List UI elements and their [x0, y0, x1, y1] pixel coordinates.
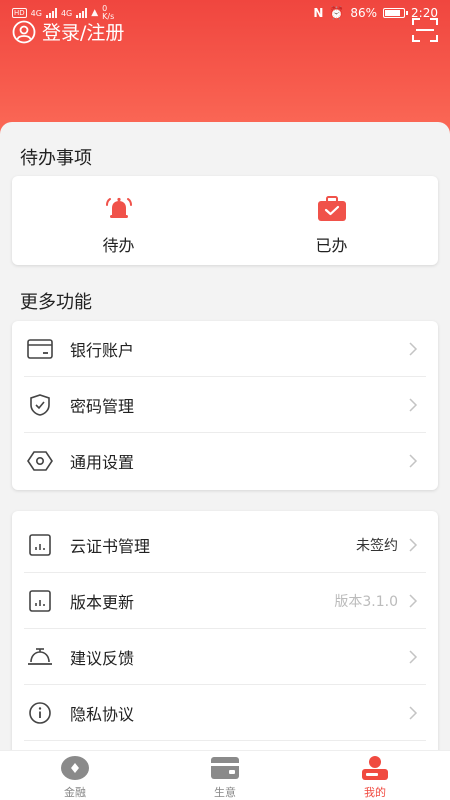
general-settings-label: 通用设置 — [70, 453, 135, 472]
user-icon — [12, 20, 36, 43]
version-update-label: 版本更新 — [70, 593, 135, 612]
todo-pending-label: 待办 — [102, 236, 135, 255]
profile-icon — [362, 756, 388, 780]
version-update-row[interactable]: 版本更新 版本3.1.0 — [12, 573, 438, 629]
battery-fill — [385, 10, 401, 16]
tab-mine[interactable]: 我的 — [300, 751, 450, 800]
chevron-right-icon — [409, 398, 418, 412]
chevron-right-icon — [409, 594, 418, 608]
cloud-certificate-row[interactable]: 云证书管理 未签约 — [12, 517, 438, 573]
bank-account-row[interactable]: 银行账户 — [12, 321, 438, 377]
cloud-certificate-label: 云证书管理 — [70, 537, 151, 556]
network-type-left: 4G — [30, 8, 42, 18]
more-functions-card: 银行账户 密码管理 通用设置 — [12, 321, 438, 490]
battery-percent: 86% — [350, 6, 378, 20]
signal-icon-2 — [76, 8, 88, 18]
todo-pending-button[interactable]: 待办 — [12, 176, 225, 265]
misc-card: 云证书管理 未签约 版本更新 版本3.1.0 建议反馈 隐私协议 — [12, 511, 438, 750]
tab-business-label: 生意 — [214, 786, 236, 799]
info-circle-icon — [26, 699, 54, 727]
password-management-label: 密码管理 — [70, 397, 135, 416]
tab-business[interactable]: 生意 — [150, 751, 300, 800]
todo-done-label: 已办 — [315, 236, 348, 255]
feedback-label: 建议反馈 — [70, 649, 135, 668]
signal-icon — [45, 8, 57, 18]
wifi-icon: ▲ — [91, 8, 99, 18]
chevron-right-icon — [409, 706, 418, 720]
battery-icon — [383, 8, 409, 18]
network-type-right: 4G — [60, 8, 73, 18]
general-settings-row[interactable]: 通用设置 — [12, 433, 438, 489]
bell-icon — [105, 197, 132, 218]
todo-section-title: 待办事项 — [20, 148, 92, 169]
finance-icon — [61, 756, 89, 780]
chevron-right-icon — [409, 538, 418, 552]
login-label: 登录/注册 — [42, 22, 125, 44]
certificate-icon — [26, 531, 54, 559]
chevron-right-icon — [409, 454, 418, 468]
main-content: 待办事项 待办 已办 更多功能 银行账户 密码管理 通用设置 云证书管理 未签约… — [0, 122, 450, 750]
chart-doc-icon — [26, 587, 54, 615]
nfc-icon: N — [313, 6, 324, 20]
hexagon-settings-icon — [26, 447, 54, 475]
alarm-icon: ⏰ — [329, 6, 345, 20]
cloud-certificate-status: 未签约 — [356, 538, 398, 554]
briefcase-check-icon — [317, 196, 346, 221]
bottom-tab-bar: 金融 生意 我的 — [0, 750, 450, 800]
tab-finance-label: 金融 — [64, 786, 86, 799]
chevron-right-icon — [409, 650, 418, 664]
hd-badge: HD — [12, 8, 27, 18]
chevron-right-icon — [409, 342, 418, 356]
login-register-button[interactable]: 登录/注册 — [12, 18, 124, 45]
todo-done-button[interactable]: 已办 — [225, 176, 438, 265]
divider — [24, 740, 426, 741]
todo-card: 待办 已办 — [12, 176, 438, 265]
privacy-policy-row[interactable]: 隐私协议 — [12, 685, 438, 741]
service-bell-icon — [26, 643, 54, 671]
password-management-row[interactable]: 密码管理 — [12, 377, 438, 433]
version-value: 版本3.1.0 — [334, 594, 398, 610]
privacy-policy-label: 隐私协议 — [70, 705, 135, 724]
scan-icon[interactable] — [412, 18, 438, 42]
tab-mine-label: 我的 — [364, 786, 386, 799]
more-section-title: 更多功能 — [20, 292, 92, 313]
feedback-row[interactable]: 建议反馈 — [12, 629, 438, 685]
bank-card-icon — [26, 335, 54, 363]
tab-finance[interactable]: 金融 — [0, 751, 150, 800]
wallet-icon — [211, 757, 239, 779]
bank-account-label: 银行账户 — [70, 341, 135, 360]
shield-check-icon — [26, 391, 54, 419]
